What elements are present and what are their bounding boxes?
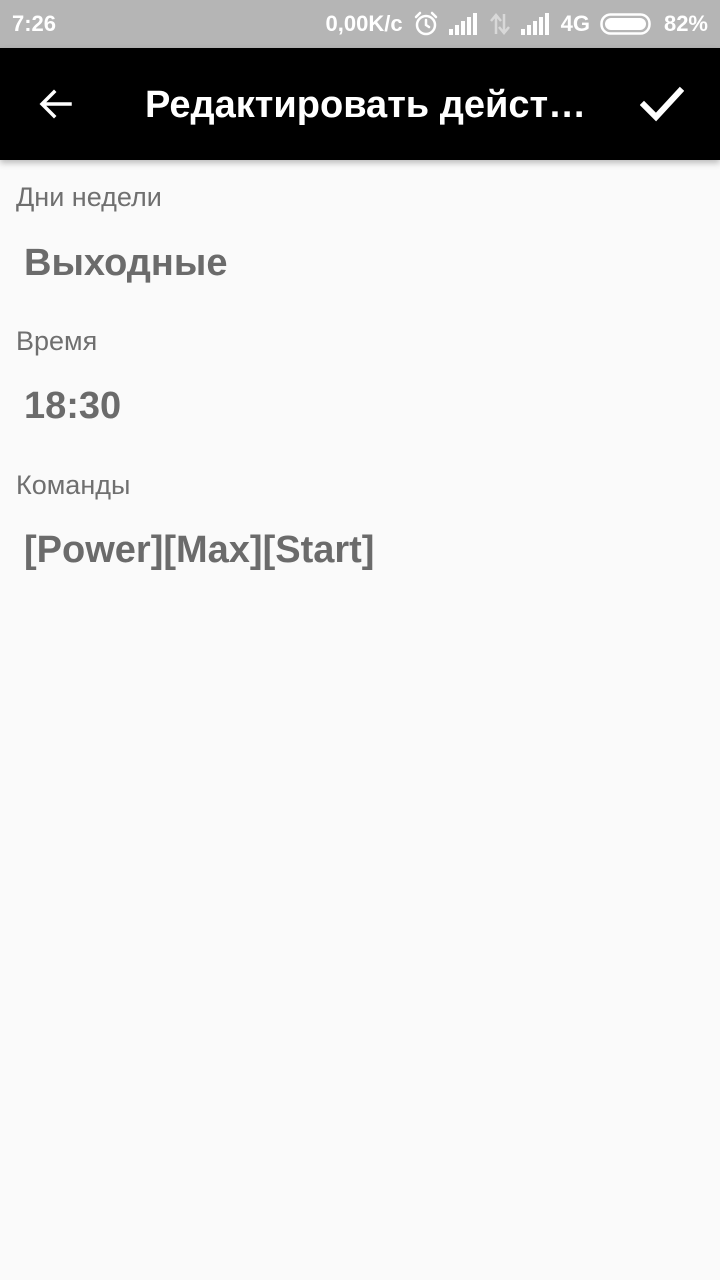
data-arrows-icon (489, 12, 511, 36)
signal-icon (520, 13, 551, 35)
save-button[interactable] (630, 76, 694, 132)
network-type: 4G (560, 11, 590, 36)
alarm-icon (413, 11, 439, 37)
back-button[interactable] (24, 76, 88, 132)
signal-icon (448, 13, 479, 35)
status-icons: 0,00K/c 4G 82% (326, 0, 708, 48)
time-label: Время (16, 326, 98, 356)
commands-label: Команды (16, 470, 131, 500)
net-speed: 0,00K/c (325, 11, 403, 36)
weekdays-value[interactable]: Выходные (24, 242, 227, 285)
arrow-back-icon (39, 89, 72, 119)
battery-icon (600, 13, 654, 35)
page-title: Редактировать действие (145, 84, 595, 126)
time-value[interactable]: 18:30 (24, 385, 121, 428)
status-time: 7:26 (12, 11, 57, 36)
battery-percent: 82% (663, 11, 708, 36)
status-bar: 7:26 0,00K/c 4G 82% (0, 0, 720, 48)
commands-value[interactable]: [Power][Max][Start] (24, 529, 374, 572)
app-bar: Редактировать действие (0, 48, 720, 160)
weekdays-label: Дни недели (16, 182, 162, 212)
check-icon (640, 86, 684, 122)
